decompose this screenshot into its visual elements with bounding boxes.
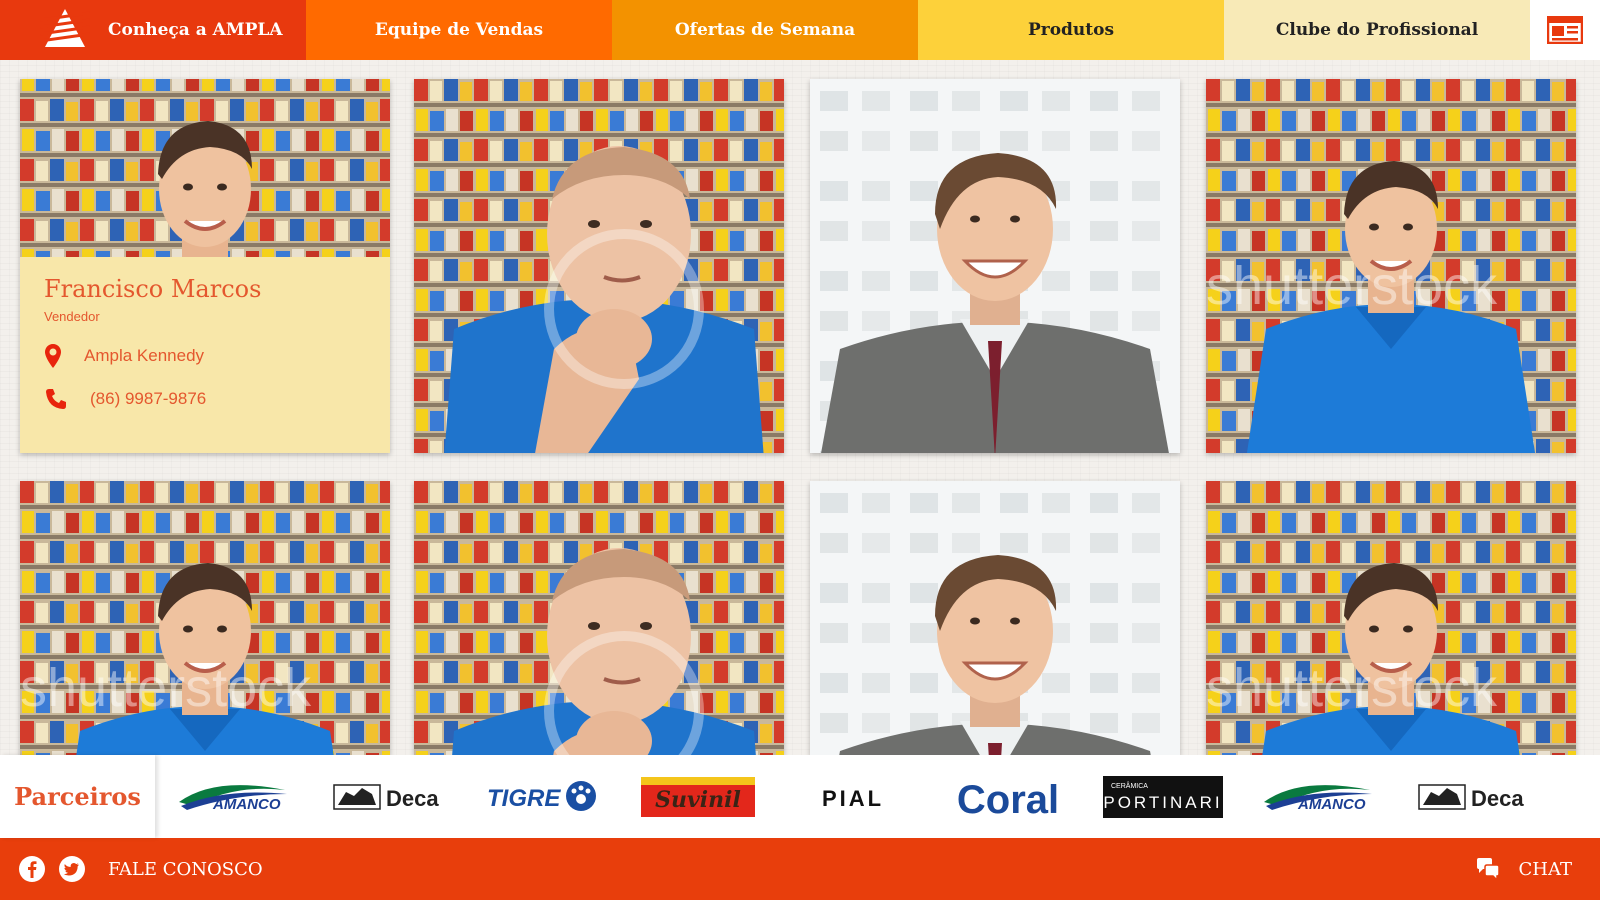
employee-card[interactable]	[414, 481, 784, 755]
employee-phone[interactable]: (86) 9987-9876	[90, 389, 206, 409]
partner-logo-deca[interactable]: Deca	[310, 755, 465, 838]
svg-text:TIGRE: TIGRE	[487, 785, 561, 812]
employee-photo: shutterstock	[20, 481, 390, 755]
portinari-logo: CERÂMICA PORTINARI	[1102, 775, 1223, 818]
ampla-logo-icon	[40, 9, 90, 47]
newspaper-icon	[1547, 16, 1583, 44]
employee-card[interactable]	[414, 79, 784, 453]
svg-text:Coral: Coral	[956, 778, 1058, 821]
employee-name: Francisco Marcos	[44, 275, 262, 303]
tab-clube-do-profissional[interactable]: Clube do Profissional	[1224, 0, 1530, 60]
location-pin-icon	[45, 344, 61, 368]
svg-text:AMANCO: AMANCO	[1297, 796, 1366, 813]
partners-bar: Parceiros AMANCO Deca TIGRE Suvinil PIAL…	[0, 755, 1600, 838]
employee-card[interactable]: shutterstock	[1206, 79, 1576, 453]
amanco-logo: AMANCO	[178, 784, 287, 813]
svg-text:Suvinil: Suvinil	[655, 787, 741, 813]
employee-photo	[414, 79, 784, 453]
watermark-text: shutterstock	[1206, 256, 1498, 316]
chat-button[interactable]: CHAT	[1475, 838, 1573, 900]
deca-logo: Deca	[1417, 783, 1524, 811]
partner-logo-amanco[interactable]: AMANCO	[1240, 755, 1395, 838]
employee-card[interactable]: shutterstock	[1206, 481, 1576, 755]
tigre-logo: TIGRE	[487, 780, 596, 812]
tab-produtos[interactable]: Produtos	[918, 0, 1224, 60]
employee-info-panel: Francisco Marcos Vendedor Ampla Kennedy …	[20, 257, 390, 453]
tab-label-brand: AMPLA	[212, 20, 283, 40]
partner-logo-pial[interactable]: PIAL	[775, 755, 930, 838]
tab-conheca-ampla[interactable]: Conheça a AMPLA	[0, 0, 306, 60]
employee-photo: shutterstock	[1206, 79, 1576, 453]
featured-employee-card[interactable]: Francisco Marcos Vendedor Ampla Kennedy …	[20, 79, 390, 453]
employee-photo	[414, 481, 784, 755]
footer-bar: FALE CONOSCO CHAT	[0, 838, 1600, 900]
facebook-icon[interactable]	[18, 855, 46, 883]
employee-card[interactable]	[810, 481, 1180, 755]
watermark-text: shutterstock	[20, 658, 312, 718]
twitter-icon[interactable]	[58, 855, 86, 883]
employee-store-row: Ampla Kennedy	[44, 343, 204, 369]
employee-photo	[810, 481, 1180, 755]
contact-link[interactable]: FALE CONOSCO	[108, 859, 263, 880]
chat-icon	[1476, 858, 1500, 881]
amanco-logo: AMANCO	[1263, 784, 1372, 813]
svg-text:Deca: Deca	[1471, 786, 1524, 811]
watermark-text: shutterstock	[1206, 658, 1498, 718]
coral-logo: Coral	[956, 778, 1058, 821]
employee-phone-row: (86) 9987-9876	[44, 387, 206, 411]
svg-text:AMANCO: AMANCO	[212, 796, 281, 813]
tab-equipe-de-vendas[interactable]: Equipe de Vendas	[306, 0, 612, 60]
partner-logo-suvinil[interactable]: Suvinil	[620, 755, 775, 838]
menu-button[interactable]	[1530, 0, 1600, 60]
employee-photo	[810, 79, 1180, 453]
partner-logo-tigre[interactable]: TIGRE	[465, 755, 620, 838]
suvinil-logo: Suvinil	[640, 776, 755, 817]
employee-card[interactable]: shutterstock	[20, 481, 390, 755]
employee-card[interactable]	[810, 79, 1180, 453]
partner-logo-amanco[interactable]: AMANCO	[155, 755, 310, 838]
partner-logo-coral[interactable]: Coral	[930, 755, 1085, 838]
top-navigation: Conheça a AMPLA Equipe de Vendas Ofertas…	[0, 0, 1600, 60]
tab-label-prefix: Conheça a	[108, 20, 207, 40]
partners-title: Parceiros	[0, 755, 155, 838]
svg-text:PORTINARI: PORTINARI	[1103, 793, 1222, 812]
svg-text:Deca: Deca	[386, 786, 439, 811]
phone-icon	[46, 389, 66, 409]
partner-logo-portinari[interactable]: CERÂMICA PORTINARI	[1085, 755, 1240, 838]
tab-ofertas-de-semana[interactable]: Ofertas de Semana	[612, 0, 918, 60]
svg-text:CERÂMICA: CERÂMICA	[1111, 781, 1148, 790]
employee-role: Vendedor	[44, 309, 100, 324]
chat-label: CHAT	[1518, 858, 1573, 880]
partner-logo-deca[interactable]: Deca	[1395, 755, 1550, 838]
svg-text:PIAL: PIAL	[821, 786, 883, 811]
employee-photo: shutterstock	[1206, 481, 1576, 755]
employee-store: Ampla Kennedy	[84, 346, 205, 365]
deca-logo: Deca	[332, 783, 439, 811]
employee-photo	[20, 79, 390, 257]
pial-logo: PIAL	[821, 786, 883, 811]
